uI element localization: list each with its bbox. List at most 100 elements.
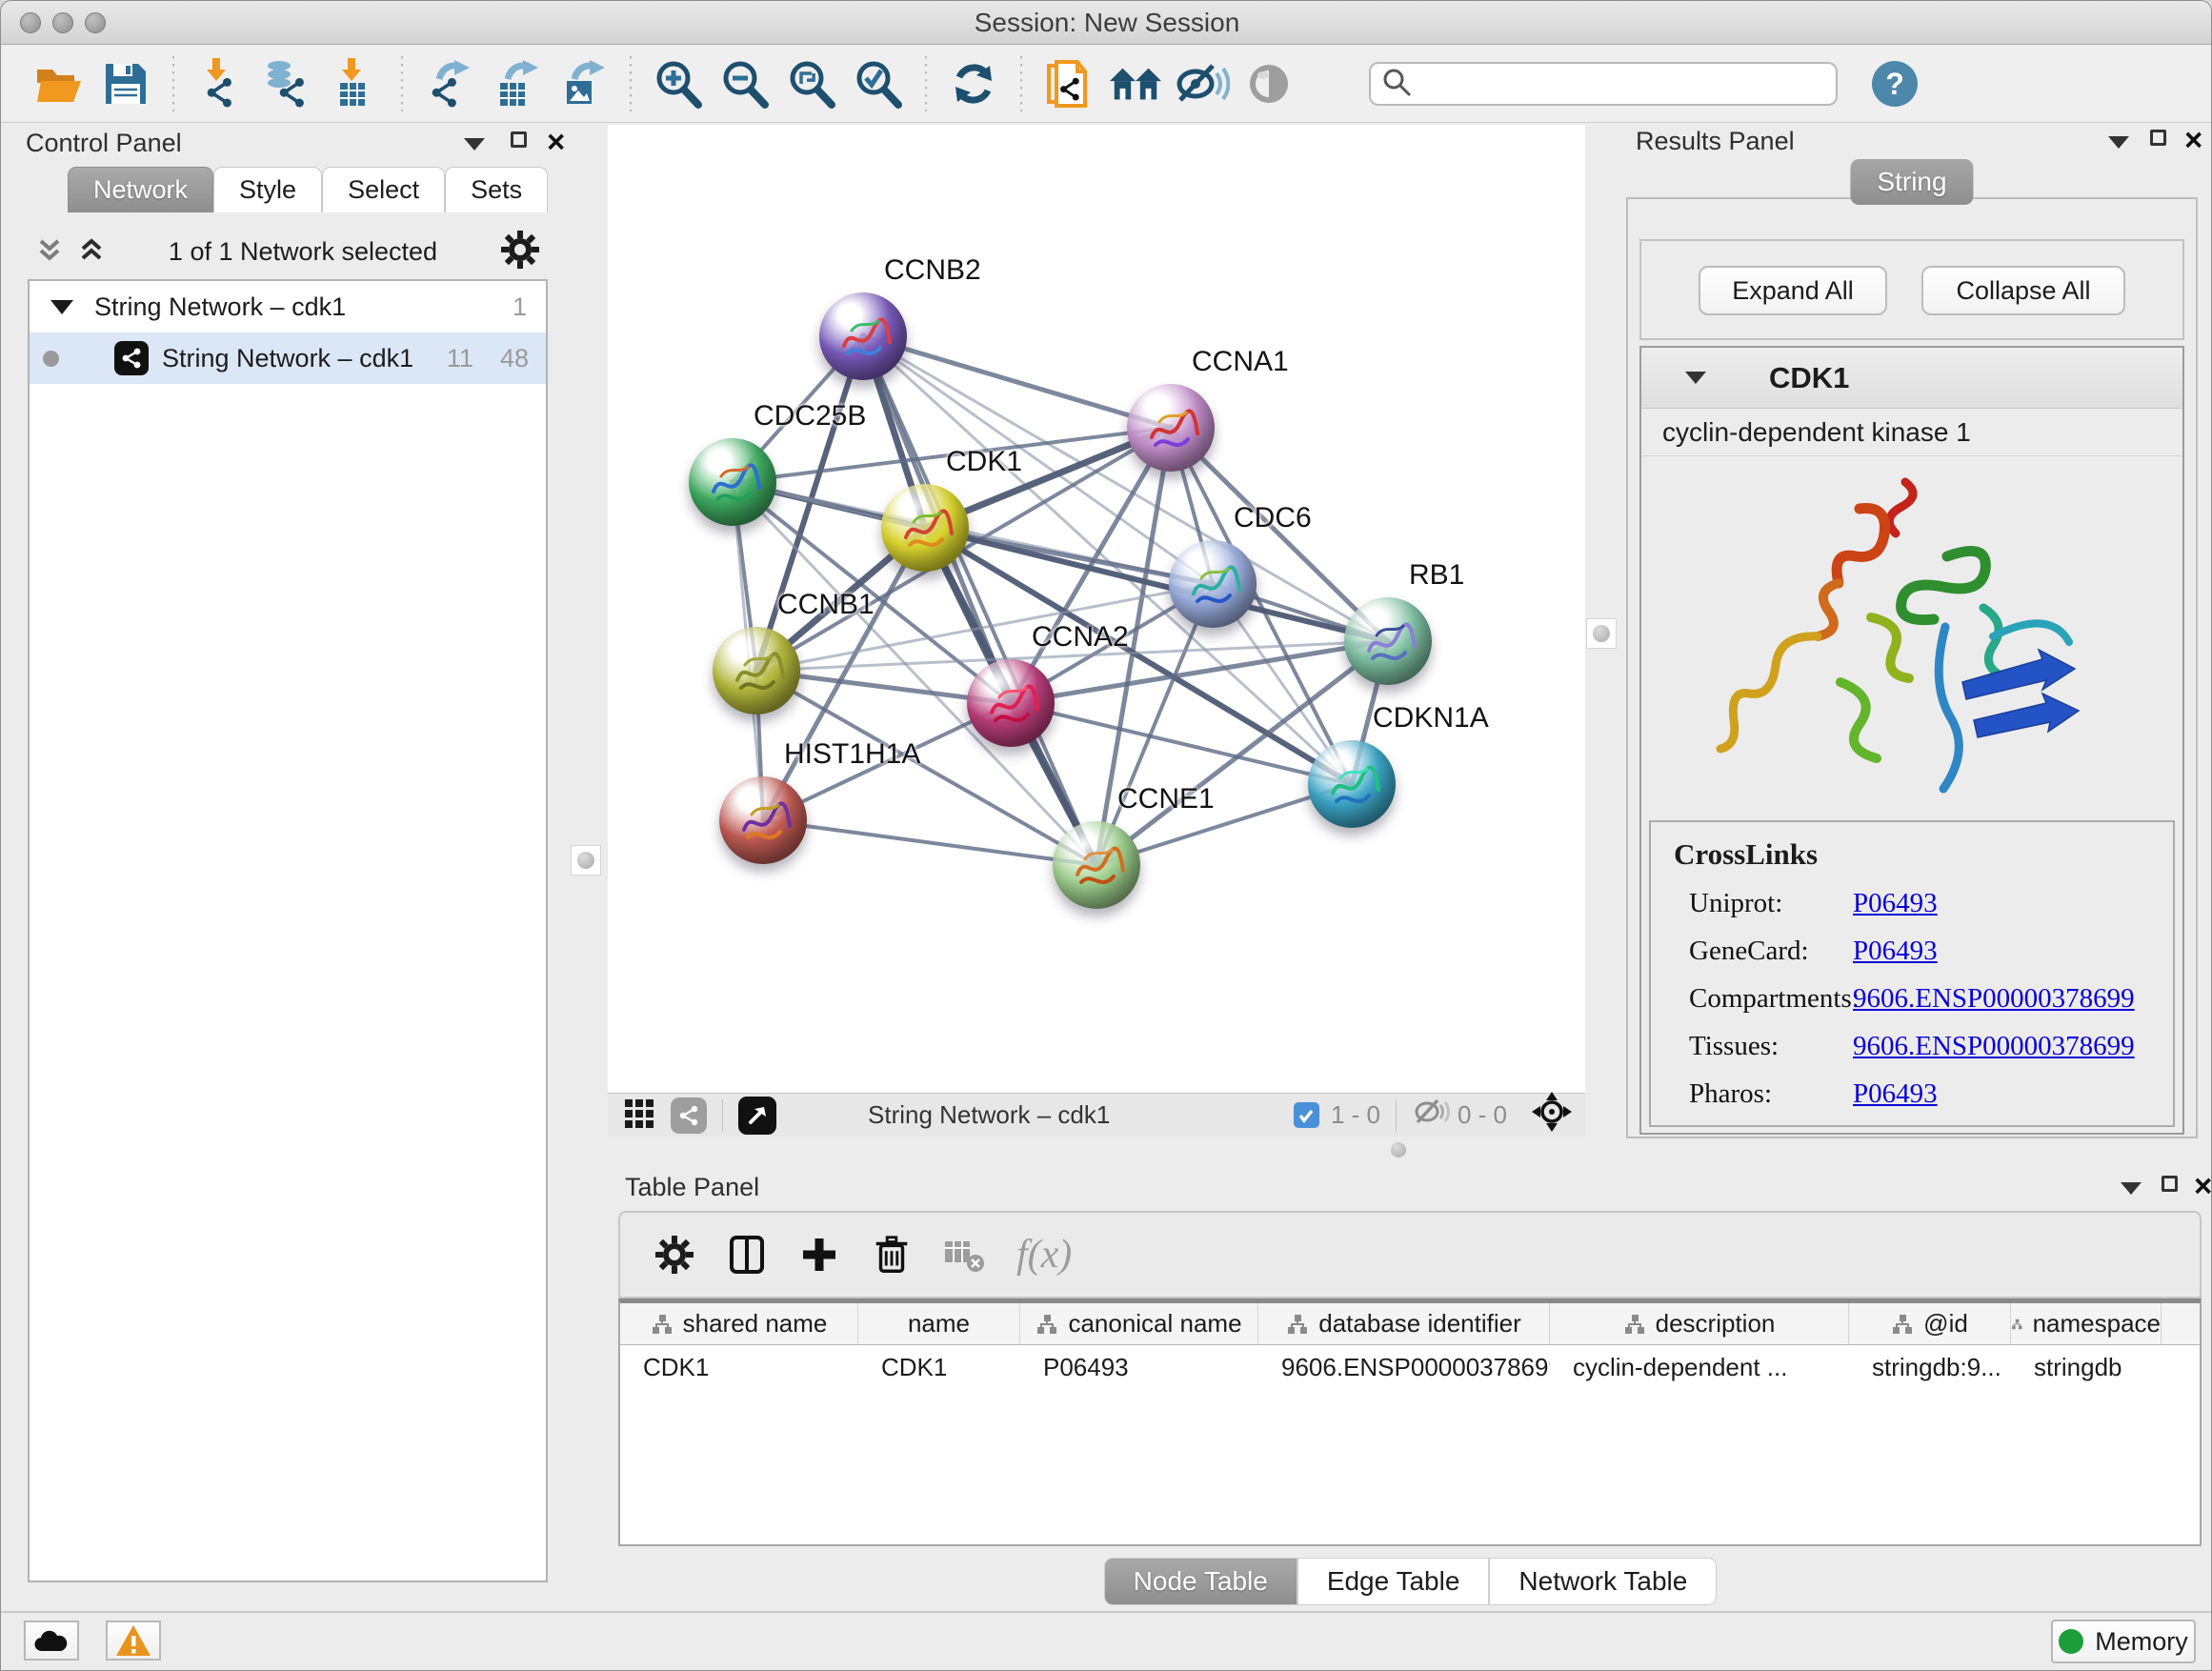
results-panel-collapse-icon[interactable]: [2108, 136, 2129, 149]
grid-view-icon[interactable]: [623, 1096, 655, 1135]
zoom-out-icon[interactable]: [717, 56, 773, 111]
import-network-icon[interactable]: [193, 56, 249, 111]
clone-network-icon[interactable]: [1041, 56, 1096, 111]
tab-style[interactable]: Style: [213, 167, 322, 212]
tab-network[interactable]: Network: [68, 167, 213, 212]
table-cell[interactable]: cyclin-dependent ...: [1550, 1345, 1849, 1389]
zoom-in-icon[interactable]: [651, 56, 706, 111]
network-row[interactable]: String Network – cdk1 11 48: [30, 332, 546, 384]
node-hist1h1a[interactable]: [719, 776, 807, 864]
add-column-icon[interactable]: [792, 1227, 847, 1282]
table-panel-close-icon[interactable]: ×: [2194, 1177, 2212, 1196]
cloud-status-icon[interactable]: [24, 1621, 79, 1661]
search-box[interactable]: [1369, 62, 1838, 106]
selected-nodes-checkbox[interactable]: [1294, 1102, 1319, 1128]
refresh-icon[interactable]: [946, 56, 1001, 111]
column-header-database-identifier[interactable]: database identifier: [1258, 1303, 1550, 1344]
crosslink-link[interactable]: P06493: [1853, 1078, 1938, 1110]
show-columns-icon[interactable]: [719, 1227, 774, 1282]
column-header--id[interactable]: @id: [1849, 1303, 2011, 1344]
import-database-icon[interactable]: [260, 56, 315, 111]
crosslink-link[interactable]: 9606.ENSP00000378699: [1853, 983, 2135, 1015]
export-network-icon[interactable]: [422, 56, 477, 111]
tab-network-table[interactable]: Network Table: [1489, 1558, 1717, 1605]
crosslink-link[interactable]: P06493: [1853, 888, 1938, 919]
column-header-name[interactable]: name: [858, 1303, 1020, 1344]
node-cdk1[interactable]: [881, 484, 969, 572]
tab-sets[interactable]: Sets: [445, 167, 548, 212]
table-options-gear-icon[interactable]: [647, 1227, 702, 1282]
birdseye-view-icon[interactable]: [738, 1097, 776, 1135]
table-cell[interactable]: 9606.ENSP00000378699: [1258, 1345, 1550, 1389]
show-eye-icon[interactable]: [1241, 56, 1297, 111]
control-panel-close-icon[interactable]: ×: [547, 132, 565, 151]
search-input[interactable]: [1413, 65, 1826, 103]
network-selected-info: 1 of 1 Network selected: [108, 237, 498, 267]
crosslink-link[interactable]: 9606.ENSP00000378699: [1853, 1031, 2135, 1062]
node-ccne1[interactable]: [1053, 821, 1140, 909]
save-session-icon[interactable]: [98, 56, 153, 111]
left-splitter-handle[interactable]: [571, 845, 601, 876]
node-ccna2[interactable]: [967, 659, 1055, 747]
export-table-icon[interactable]: [489, 56, 544, 111]
tab-select[interactable]: Select: [322, 167, 445, 212]
gene-card-collapse-icon[interactable]: [1685, 372, 1706, 384]
import-table-icon[interactable]: [327, 56, 382, 111]
collection-expand-icon[interactable]: [50, 300, 73, 314]
table-cell[interactable]: stringdb:9...: [1849, 1345, 2011, 1389]
column-header-shared-name[interactable]: shared name: [620, 1303, 858, 1344]
results-panel-close-icon[interactable]: ×: [2184, 131, 2202, 150]
network-share-icon[interactable]: [671, 1097, 707, 1134]
node-cdkn1a[interactable]: [1308, 740, 1396, 828]
node-ccna1[interactable]: [1127, 384, 1215, 472]
network-node-count: 11: [447, 344, 473, 373]
delete-column-icon[interactable]: [864, 1227, 919, 1282]
tab-edge-table[interactable]: Edge Table: [1297, 1558, 1490, 1605]
table-cell[interactable]: CDK1: [858, 1345, 1020, 1389]
column-header-canonical-name[interactable]: canonical name: [1020, 1303, 1258, 1344]
gene-card-header[interactable]: CDK1: [1641, 348, 2182, 409]
control-panel-collapse-icon[interactable]: [464, 138, 485, 151]
zoom-fit-icon[interactable]: [784, 56, 839, 111]
tab-string[interactable]: String: [1850, 159, 1973, 205]
string-home-icon[interactable]: [1108, 56, 1163, 111]
network-collection-row[interactable]: String Network – cdk1 1: [30, 281, 546, 332]
node-cdc25b[interactable]: [689, 438, 776, 526]
memory-button[interactable]: Memory: [2051, 1620, 2196, 1663]
results-panel-float-icon[interactable]: [2150, 130, 2166, 146]
fit-selected-icon[interactable]: [1532, 1092, 1572, 1138]
hide-selection-icon[interactable]: [1175, 56, 1230, 111]
zoom-selected-icon[interactable]: [851, 56, 906, 111]
column-header-description[interactable]: description: [1550, 1303, 1849, 1344]
network-options-gear-icon[interactable]: [498, 228, 542, 276]
collapse-all-button[interactable]: Collapse All: [1921, 266, 2125, 315]
node-cdc6[interactable]: [1169, 540, 1257, 628]
control-panel-float-icon[interactable]: [511, 131, 527, 148]
warning-status-icon[interactable]: [106, 1621, 161, 1661]
table-panel-float-icon[interactable]: [2162, 1176, 2178, 1192]
table-cell[interactable]: P06493: [1020, 1345, 1258, 1389]
network-canvas[interactable]: CCNB2 CCNA1 CDC25B CDK1 CDC6 RB1 CCNB1 C…: [608, 125, 1585, 1093]
open-session-icon[interactable]: [31, 56, 87, 111]
table-cell[interactable]: stringdb: [2011, 1345, 2162, 1389]
table-cell[interactable]: CDK1: [620, 1345, 858, 1389]
expand-all-icon[interactable]: [75, 233, 108, 271]
crosslink-row: GeneCard:P06493: [1651, 936, 2173, 967]
node-rb1[interactable]: [1344, 597, 1432, 685]
protein-structure-image: [1641, 456, 2182, 826]
memory-label: Memory: [2095, 1627, 2188, 1657]
search-icon: [1380, 66, 1413, 103]
gene-result-card: CDK1 cyclin-dependent kinase 1: [1639, 346, 2184, 1135]
table-panel-collapse-icon[interactable]: [2121, 1182, 2142, 1195]
table-row[interactable]: CDK1CDK1P064939606.ENSP00000378699cyclin…: [620, 1345, 2200, 1389]
tab-node-table[interactable]: Node Table: [1104, 1558, 1297, 1605]
column-header-namespace[interactable]: namespace: [2011, 1303, 2162, 1344]
expand-all-button[interactable]: Expand All: [1699, 266, 1887, 315]
right-splitter-handle[interactable]: [1586, 618, 1617, 649]
crosslink-link[interactable]: P06493: [1853, 936, 1938, 967]
node-ccnb1[interactable]: [713, 627, 800, 715]
help-button[interactable]: ?: [1872, 61, 1918, 107]
export-image-icon[interactable]: [555, 56, 611, 111]
node-ccnb2[interactable]: [819, 292, 907, 380]
collapse-all-icon[interactable]: [33, 233, 66, 271]
